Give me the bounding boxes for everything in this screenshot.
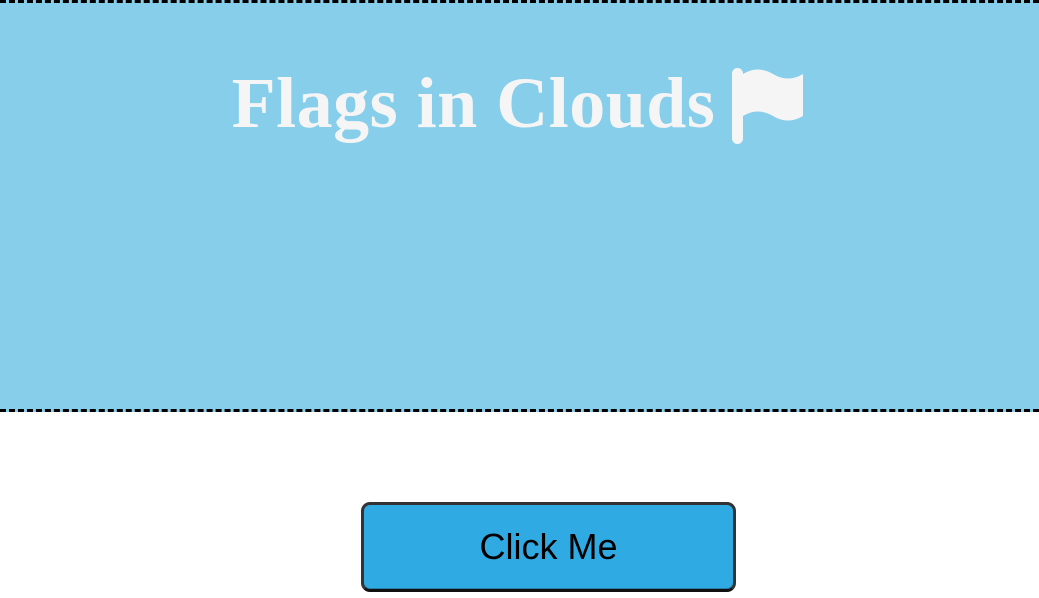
title-row: Flags in Clouds — [0, 55, 1039, 151]
flag-icon — [731, 66, 807, 146]
page-title: Flags in Clouds — [231, 63, 716, 143]
hero-banner: Flags in Clouds — [0, 0, 1039, 412]
click-me-button[interactable]: Click Me — [361, 502, 736, 592]
